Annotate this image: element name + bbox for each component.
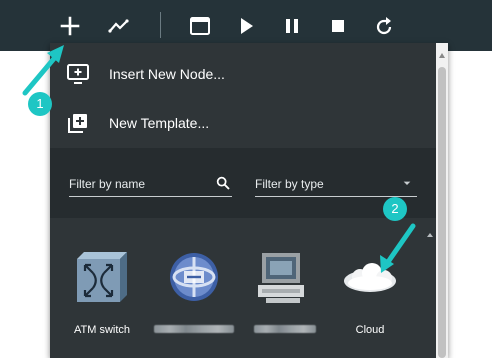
new-template-label: New Template...: [109, 115, 210, 131]
blurred-node-label: [154, 325, 234, 333]
reload-icon[interactable]: [372, 14, 396, 38]
annotation-badge-2: 2: [383, 197, 407, 221]
filter-by-name-placeholder: Filter by name: [69, 177, 146, 191]
filter-by-name-input[interactable]: Filter by name: [69, 172, 232, 197]
play-icon[interactable]: [234, 14, 258, 38]
stop-icon[interactable]: [326, 14, 350, 38]
insert-new-node-item[interactable]: Insert New Node...: [50, 46, 436, 102]
add-icon[interactable]: [58, 14, 82, 38]
atm-switch-icon: [77, 252, 127, 302]
scroll-thumb[interactable]: [438, 67, 446, 358]
node-atm-switch[interactable]: ATM switch: [54, 243, 144, 343]
pause-icon[interactable]: [280, 14, 304, 38]
node-router[interactable]: [146, 243, 236, 343]
filter-by-type-select[interactable]: Filter by type: [255, 172, 417, 197]
library-add-icon: [68, 114, 87, 133]
scroll-up-arrow[interactable]: [439, 53, 445, 58]
new-template-item[interactable]: New Template...: [50, 95, 436, 151]
filter-bar: Filter by name Filter by type: [50, 148, 436, 218]
insert-new-node-label: Insert New Node...: [109, 66, 225, 82]
node-cloud[interactable]: Cloud: [322, 243, 412, 343]
link-icon[interactable]: [107, 14, 131, 38]
router-globe-icon: [170, 253, 218, 301]
monitor-add-icon: [67, 64, 89, 84]
filter-by-type-placeholder: Filter by type: [255, 177, 324, 191]
chevron-down-icon: [403, 181, 411, 185]
list-scroll-up-arrow[interactable]: [427, 233, 433, 237]
computer-icon: [258, 253, 304, 303]
cloud-icon: [344, 263, 396, 292]
node-label: Cloud: [355, 324, 385, 336]
toolbar-separator: [160, 12, 161, 38]
console-window-icon[interactable]: [188, 14, 212, 38]
node-computer[interactable]: [234, 243, 324, 343]
node-label: ATM switch: [73, 324, 131, 336]
search-icon: [216, 176, 230, 190]
blurred-node-label: [254, 325, 316, 333]
annotation-badge-1: 1: [28, 92, 52, 116]
